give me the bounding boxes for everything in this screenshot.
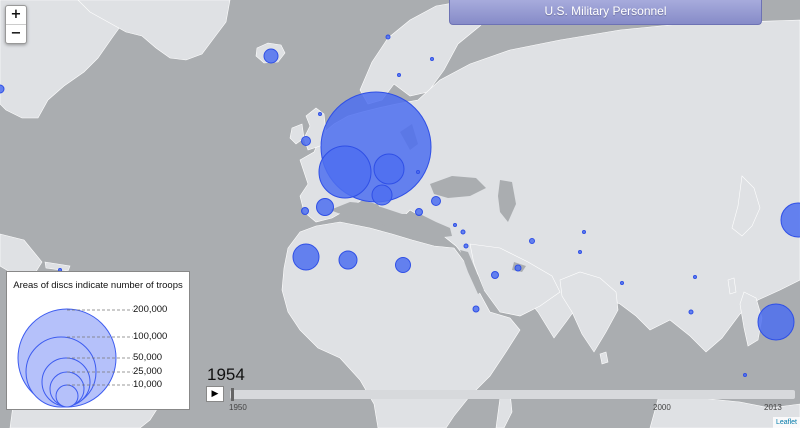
troop-disc-vietnam[interactable] xyxy=(688,309,694,315)
play-icon: ▶ xyxy=(211,389,219,399)
legend-label-50000: 50,000 xyxy=(133,352,163,363)
timeline-tick-2013: 2013 xyxy=(764,403,782,412)
legend-label-10000: 10,000 xyxy=(133,379,163,390)
play-button[interactable]: ▶ xyxy=(206,386,224,402)
legend-label-25000: 25,000 xyxy=(133,366,163,377)
troop-disc-portugal[interactable] xyxy=(301,207,309,215)
troop-disc-indonesia[interactable] xyxy=(743,373,747,377)
troop-disc-philippines[interactable] xyxy=(757,303,795,341)
timeline-tick-1950: 1950 xyxy=(229,403,247,412)
troop-disc-israel[interactable] xyxy=(463,243,469,249)
troop-disc-lebanon[interactable] xyxy=(460,229,466,235)
troop-disc-scotland[interactable] xyxy=(318,112,322,116)
troop-disc-spain[interactable] xyxy=(316,198,334,216)
troop-disc-eritrea[interactable] xyxy=(472,305,480,313)
troop-disc-afghanistan[interactable] xyxy=(582,230,586,234)
troop-disc-austria[interactable] xyxy=(373,153,405,185)
legend-disc-10000 xyxy=(55,384,79,408)
troop-disc-finland[interactable] xyxy=(430,57,434,61)
troop-disc-taiwan[interactable] xyxy=(693,275,697,279)
troop-disc-turkey[interactable] xyxy=(415,208,423,216)
timeline-track[interactable] xyxy=(230,390,795,399)
legend-label-100000: 100,000 xyxy=(133,331,168,342)
legend-label-200000: 200,000 xyxy=(133,304,168,315)
troop-disc-iceland[interactable] xyxy=(263,48,279,64)
troop-disc-cyprus[interactable] xyxy=(453,223,457,227)
zoom-out-button[interactable]: − xyxy=(6,24,26,43)
troop-disc-uk[interactable] xyxy=(301,136,311,146)
troop-disc-libya[interactable] xyxy=(395,257,411,273)
troop-disc-sweden[interactable] xyxy=(397,73,401,77)
troop-disc-saudi-arabia[interactable] xyxy=(491,271,499,279)
attribution-link[interactable]: Leaflet xyxy=(772,417,800,428)
troop-disc-india[interactable] xyxy=(620,281,624,285)
troop-disc-canada[interactable] xyxy=(0,84,5,94)
zoom-control: + − xyxy=(5,5,27,44)
troop-disc-morocco[interactable] xyxy=(292,243,320,271)
troop-size-legend: Areas of discs indicate number of troops… xyxy=(6,271,190,410)
troop-disc-france[interactable] xyxy=(318,145,372,199)
troop-disc-italy[interactable] xyxy=(371,184,393,206)
troop-disc-bahrain[interactable] xyxy=(514,264,522,272)
legend-heading: Areas of discs indicate number of troops xyxy=(13,280,183,291)
troop-disc-pakistan[interactable] xyxy=(578,250,582,254)
current-year-label: 1954 xyxy=(207,365,245,384)
timeline-slider-handle[interactable] xyxy=(231,388,234,401)
zoom-in-button[interactable]: + xyxy=(6,6,26,24)
timeline-tick-2000: 2000 xyxy=(653,403,671,412)
troop-disc-algeria[interactable] xyxy=(338,250,358,270)
troop-disc-iran[interactable] xyxy=(529,238,535,244)
troop-disc-norway[interactable] xyxy=(385,34,391,40)
troop-disc-hungary[interactable] xyxy=(416,170,420,174)
map-title: U.S. Military Personnel xyxy=(449,0,762,25)
troop-disc-greece[interactable] xyxy=(431,196,441,206)
